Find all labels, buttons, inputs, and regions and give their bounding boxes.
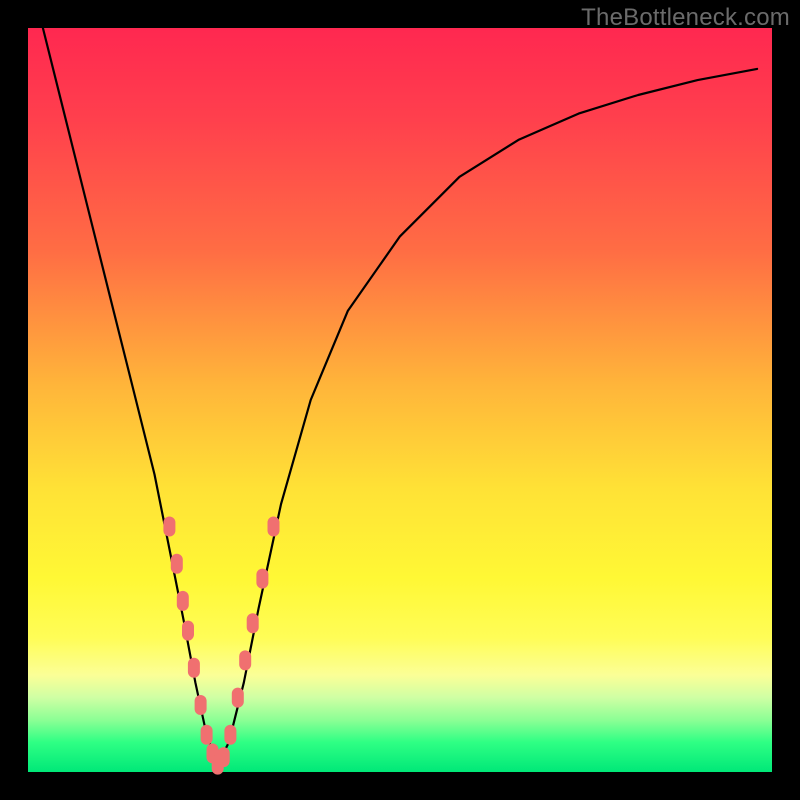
marker-dot <box>218 747 230 767</box>
marker-cluster <box>163 517 279 775</box>
marker-dot <box>182 621 194 641</box>
marker-dot <box>268 517 280 537</box>
bottleneck-curve <box>43 28 757 765</box>
curve-svg <box>28 28 772 772</box>
marker-dot <box>177 591 189 611</box>
marker-dot <box>171 554 183 574</box>
marker-dot <box>247 613 259 633</box>
marker-dot <box>232 688 244 708</box>
marker-dot <box>256 569 268 589</box>
plot-area <box>28 28 772 772</box>
marker-dot <box>224 725 236 745</box>
chart-frame: TheBottleneck.com <box>0 0 800 800</box>
marker-dot <box>239 650 251 670</box>
marker-dot <box>195 695 207 715</box>
marker-dot <box>188 658 200 678</box>
marker-dot <box>163 517 175 537</box>
marker-dot <box>201 725 213 745</box>
